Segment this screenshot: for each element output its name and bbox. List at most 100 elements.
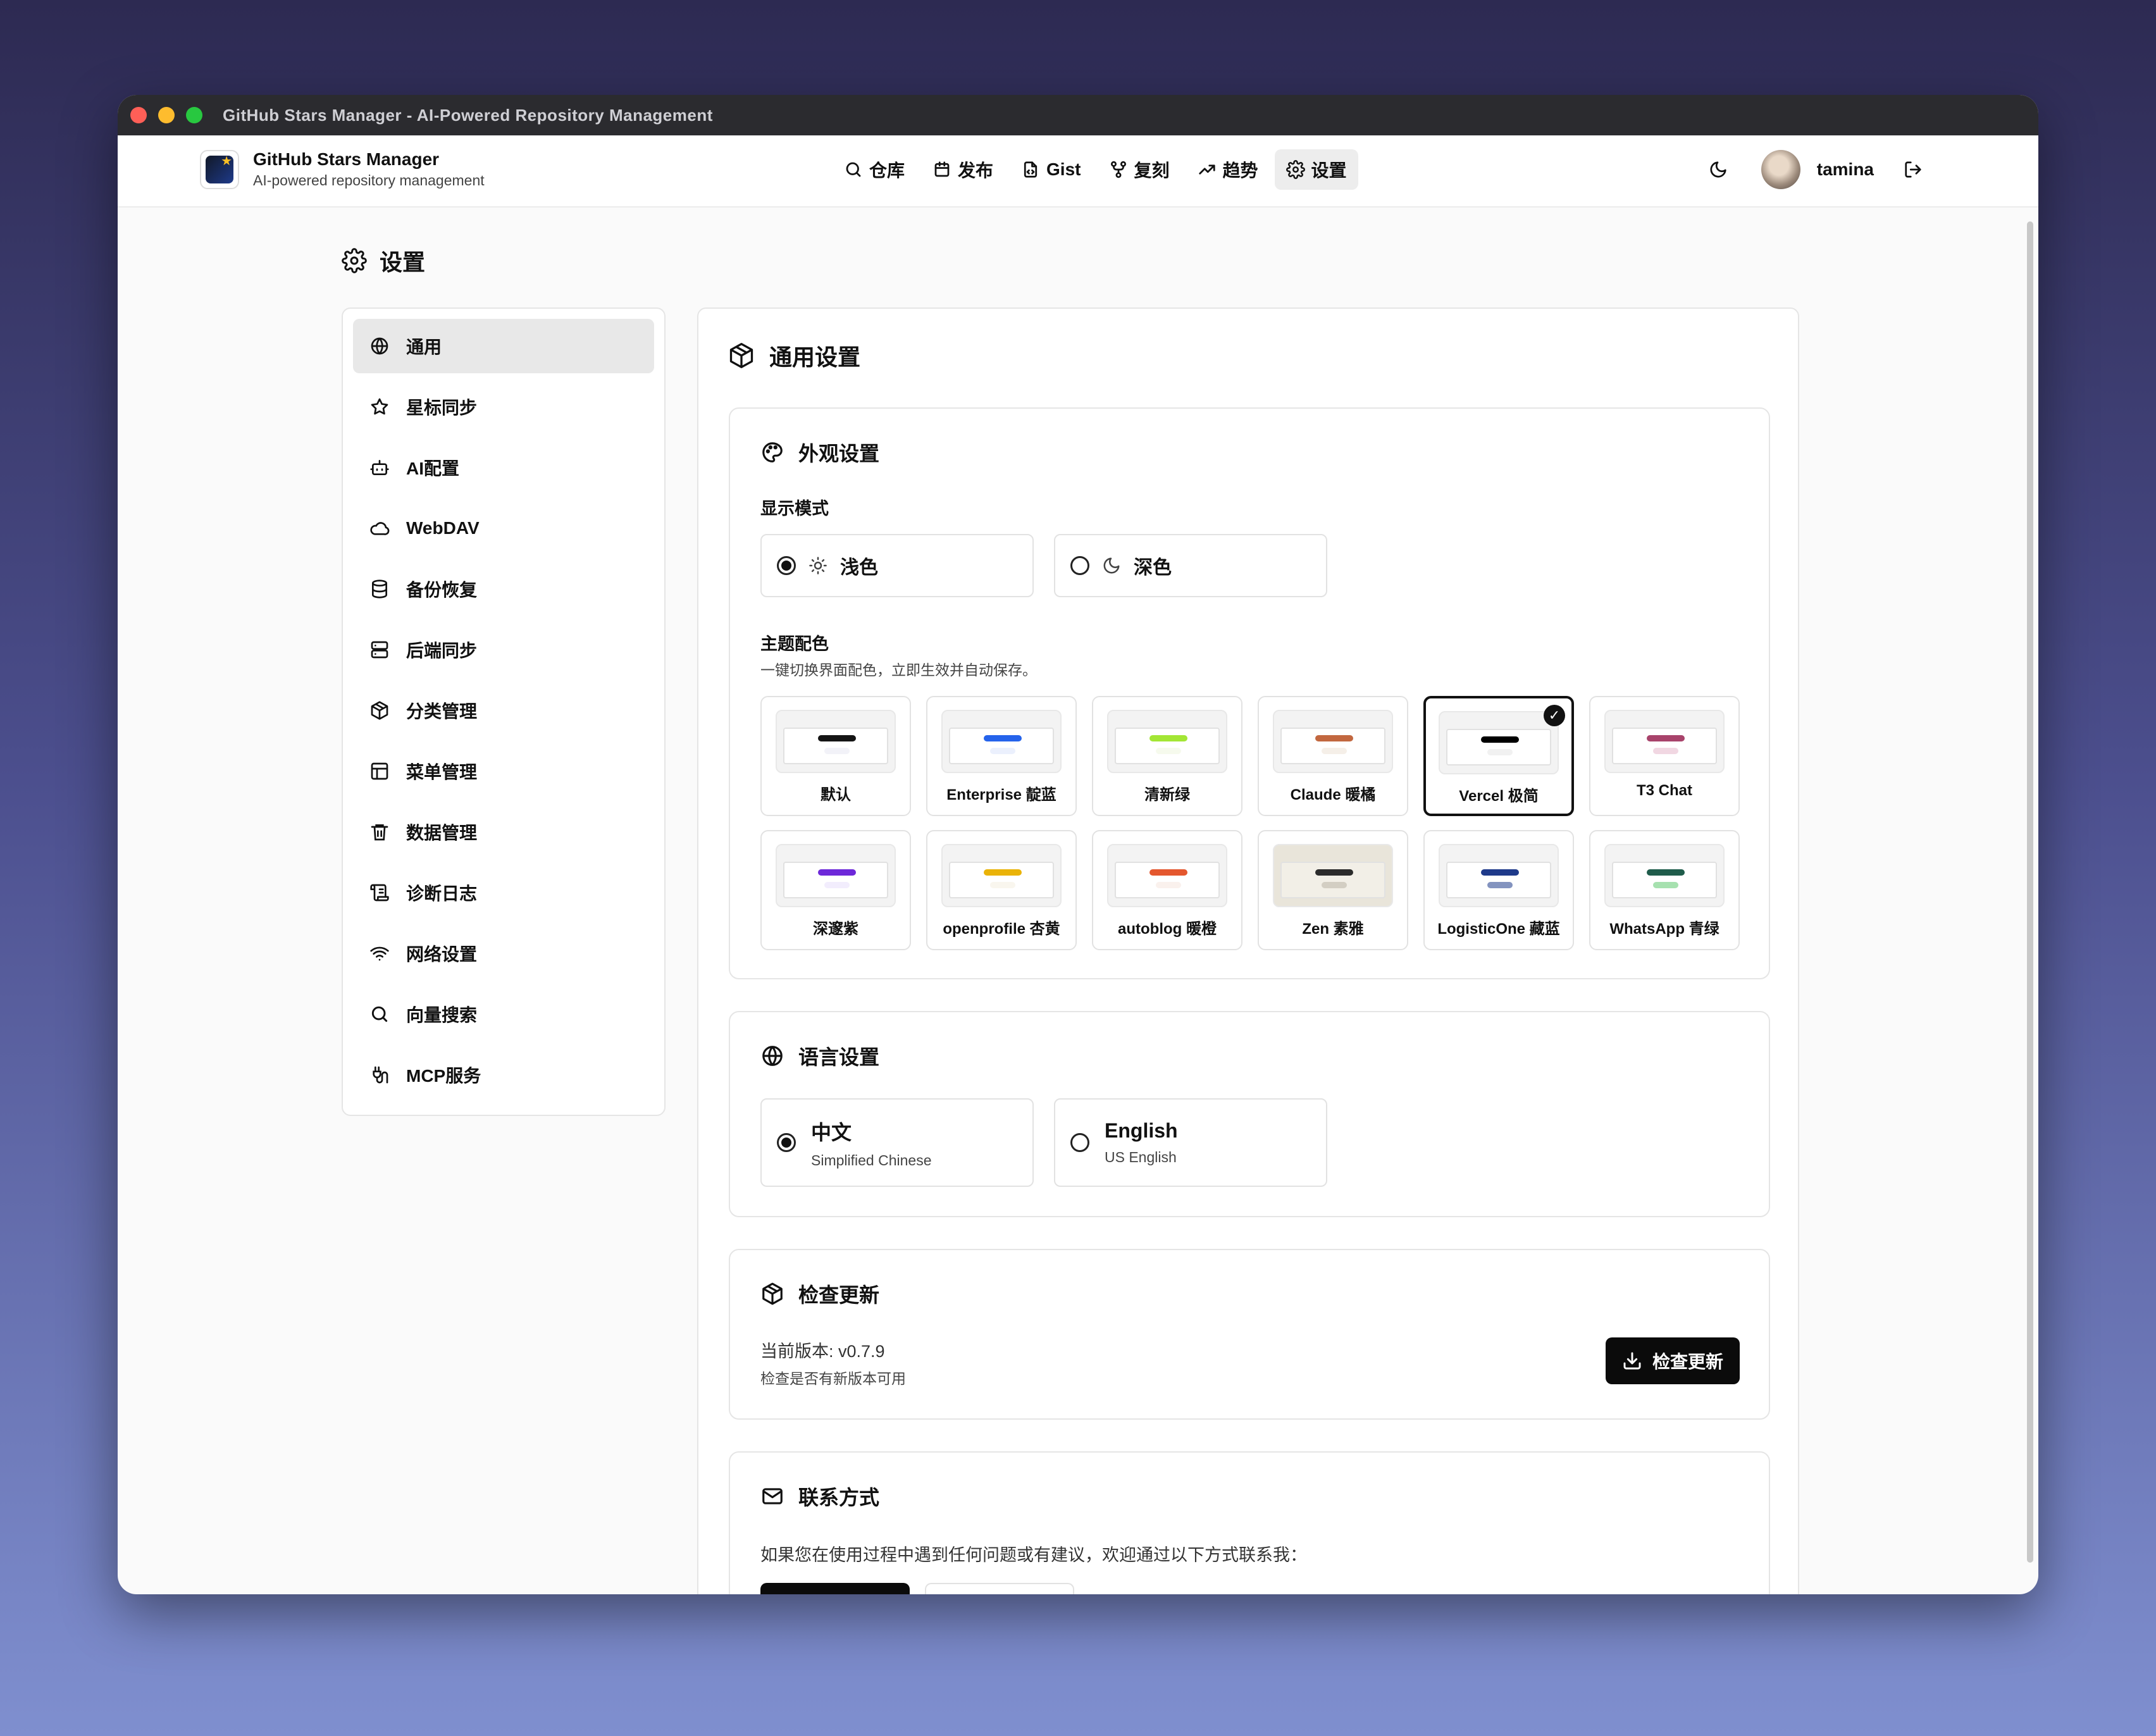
- nav-gist[interactable]: Gist: [1010, 149, 1092, 190]
- sidebar-item-ai-config[interactable]: AI配置: [353, 440, 654, 495]
- sidebar-item-menus[interactable]: 菜单管理: [353, 744, 654, 798]
- sidebar-item-logs[interactable]: 诊断日志: [353, 865, 654, 920]
- main-nav: 仓库 发布 Gist 复刻 趋势 设置: [833, 149, 1358, 190]
- layout-icon: [371, 762, 388, 780]
- dark-mode-option[interactable]: 深色: [1054, 534, 1327, 597]
- logout-icon: [1905, 161, 1921, 178]
- sidebar-item-backend-sync[interactable]: 后端同步: [353, 623, 654, 677]
- brand[interactable]: GitHub Stars Manager AI-powered reposito…: [200, 149, 485, 189]
- mail-icon: [762, 1488, 783, 1504]
- trash-icon: [371, 824, 388, 841]
- theme-option[interactable]: T3 Chat: [1589, 696, 1740, 816]
- language-name: 中文: [811, 1120, 852, 1144]
- theme-preview: [1273, 844, 1393, 907]
- contact-card: 联系方式 如果您在使用过程中遇到任何问题或有建议，欢迎通过以下方式联系我：: [729, 1451, 1770, 1594]
- language-sub: US English: [1105, 1149, 1177, 1165]
- logout-button[interactable]: [1895, 152, 1931, 187]
- theme-name: WhatsApp 青绿: [1609, 921, 1719, 938]
- theme-option[interactable]: Vercel 极简 ✓: [1423, 696, 1574, 816]
- file-code-icon: [1024, 161, 1038, 178]
- theme-option[interactable]: Enterprise 靛蓝: [926, 696, 1077, 816]
- theme-name: Vercel 极简: [1459, 788, 1539, 805]
- contact-button-primary[interactable]: [760, 1583, 910, 1594]
- nav-label: 趋势: [1222, 161, 1258, 180]
- theme-preview: [941, 844, 1062, 907]
- sidebar-item-network[interactable]: 网络设置: [353, 926, 654, 981]
- brand-subtitle: AI-powered repository management: [253, 172, 485, 189]
- sidebar-item-backup[interactable]: 备份恢复: [353, 562, 654, 616]
- theme-grid: 默认 Enterprise 靛蓝 清新绿 Claude 暖橘 Vercel 极简 ✓ T3 …: [760, 696, 1740, 950]
- bot-icon: [370, 460, 389, 475]
- sidebar-item-label: 后端同步: [406, 641, 478, 660]
- radio-unselected[interactable]: [1070, 1133, 1089, 1152]
- theme-option[interactable]: 默认: [760, 696, 911, 816]
- sidebar-item-data[interactable]: 数据管理: [353, 805, 654, 859]
- theme-option[interactable]: autoblog 暖橙: [1092, 830, 1242, 950]
- theme-option[interactable]: 深邃紫: [760, 830, 911, 950]
- theme-option[interactable]: openprofile 杏黄: [926, 830, 1077, 950]
- theme-name: openprofile 杏黄: [943, 921, 1060, 938]
- language-name: English: [1105, 1119, 1178, 1142]
- theme-color-hint: 一键切换界面配色，立即生效并自动保存。: [760, 662, 1037, 678]
- main-title-text: 通用设置: [769, 344, 861, 370]
- package-icon: [371, 701, 388, 720]
- check-update-button[interactable]: 检查更新: [1605, 1337, 1740, 1384]
- sidebar-item-general[interactable]: 通用: [353, 319, 654, 373]
- sidebar-item-mcp[interactable]: MCP服务: [353, 1048, 654, 1102]
- card-title-text: 语言设置: [798, 1046, 880, 1069]
- current-version: 当前版本: v0.7.9: [760, 1342, 885, 1361]
- nav-releases[interactable]: 发布: [921, 149, 1005, 190]
- theme-preview: [1107, 844, 1227, 907]
- theme-preview: [776, 710, 896, 773]
- sidebar-item-star-sync[interactable]: 星标同步: [353, 380, 654, 434]
- nav-forks[interactable]: 复刻: [1098, 149, 1181, 190]
- app-header: GitHub Stars Manager AI-powered reposito…: [118, 135, 2038, 208]
- nav-label: Gist: [1046, 159, 1081, 179]
- theme-option[interactable]: WhatsApp 青绿: [1589, 830, 1740, 950]
- settings-sidebar: 通用 星标同步 AI配置 WebDAV 备份恢复 后端同步 分类管理 菜单管理: [342, 307, 666, 1116]
- nav-trending[interactable]: 趋势: [1186, 149, 1270, 190]
- theme-name: LogisticOne 藏蓝: [1437, 921, 1560, 938]
- sidebar-item-categories[interactable]: 分类管理: [353, 683, 654, 738]
- theme-option[interactable]: LogisticOne 藏蓝: [1423, 830, 1574, 950]
- theme-name: T3 Chat: [1636, 782, 1692, 799]
- fork-icon: [1110, 161, 1126, 178]
- maximize-window-button[interactable]: [186, 107, 202, 123]
- app-logo-icon: [200, 149, 239, 189]
- plug-icon: [373, 1066, 388, 1084]
- sidebar-item-vector-search[interactable]: 向量搜索: [353, 987, 654, 1041]
- language-sub: Simplified Chinese: [811, 1151, 932, 1169]
- contact-button-secondary[interactable]: [925, 1583, 1074, 1594]
- radio-selected[interactable]: [777, 556, 796, 575]
- username: tamina: [1816, 159, 1874, 179]
- check-icon: ✓: [1544, 705, 1565, 726]
- radio-unselected[interactable]: [1070, 556, 1089, 575]
- update-card: 检查更新 当前版本: v0.7.9 检查是否有新版本可用 检查更新: [729, 1249, 1770, 1420]
- card-title-text: 外观设置: [798, 442, 880, 465]
- language-option-english[interactable]: English US English: [1054, 1098, 1327, 1187]
- update-title: 检查更新: [760, 1279, 879, 1308]
- theme-preview: [1273, 710, 1393, 773]
- minimize-window-button[interactable]: [158, 107, 175, 123]
- gear-icon: [342, 248, 367, 273]
- nav-settings[interactable]: 设置: [1274, 149, 1358, 190]
- theme-toggle-button[interactable]: [1701, 152, 1736, 187]
- sidebar-item-webdav[interactable]: WebDAV: [353, 501, 654, 555]
- nav-repositories[interactable]: 仓库: [833, 149, 916, 190]
- language-option-chinese[interactable]: 中文 Simplified Chinese: [760, 1098, 1034, 1187]
- sidebar-item-label: 向量搜索: [406, 1005, 478, 1025]
- theme-preview: [1439, 711, 1559, 774]
- theme-option[interactable]: Claude 暖橘: [1258, 696, 1408, 816]
- database-icon: [372, 580, 387, 598]
- theme-option[interactable]: 清新绿: [1092, 696, 1242, 816]
- theme-preview: [941, 710, 1062, 773]
- scrollbar[interactable]: [2027, 221, 2033, 1563]
- close-window-button[interactable]: [130, 107, 147, 123]
- globe-icon: [762, 1046, 783, 1066]
- theme-name: 默认: [821, 786, 851, 803]
- theme-option[interactable]: Zen 素雅: [1258, 830, 1408, 950]
- avatar[interactable]: [1761, 150, 1800, 189]
- light-mode-option[interactable]: 浅色: [760, 534, 1034, 597]
- card-title-text: 检查更新: [798, 1284, 880, 1306]
- radio-selected[interactable]: [777, 1133, 796, 1152]
